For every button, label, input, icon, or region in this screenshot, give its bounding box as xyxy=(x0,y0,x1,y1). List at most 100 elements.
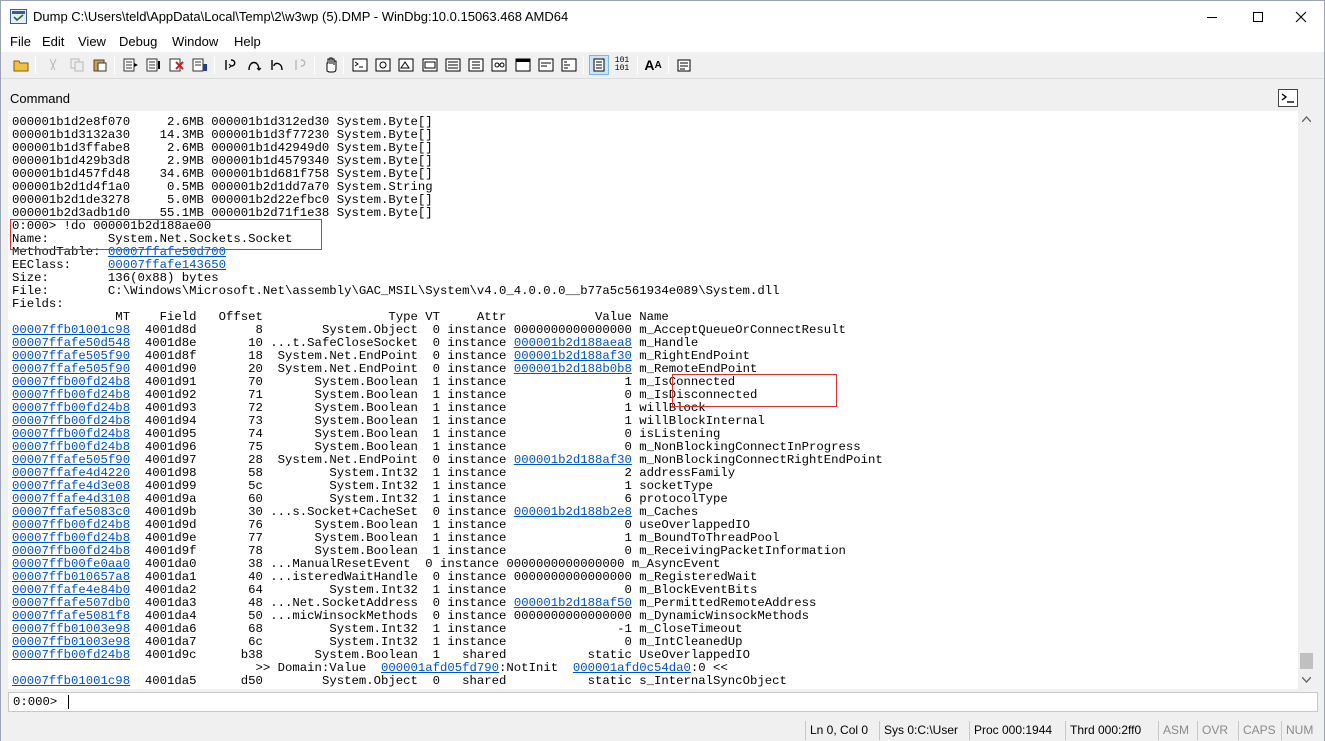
output-vertical-scrollbar[interactable] xyxy=(1298,111,1315,689)
font-icon[interactable]: AA xyxy=(643,55,663,75)
dml-link[interactable]: 00007ffafe4d3108 xyxy=(12,492,130,506)
menu-window[interactable]: Window xyxy=(172,34,218,49)
paste-icon[interactable] xyxy=(90,55,110,75)
hand-icon[interactable] xyxy=(320,55,340,75)
dml-link[interactable]: 000001b2d188aea8 xyxy=(514,336,632,350)
dml-link[interactable]: 000001b2d188af50 xyxy=(514,596,632,610)
source-mode-icon[interactable] xyxy=(589,55,609,75)
menu-view[interactable]: View xyxy=(78,34,106,49)
dml-link[interactable]: 000001b2d188b2e8 xyxy=(514,505,632,519)
dml-link[interactable]: 00007ffb00fe0aa0 xyxy=(12,557,130,571)
stop-debugging-icon[interactable] xyxy=(167,55,187,75)
hex-mode-icon[interactable]: 101 101 xyxy=(612,55,632,75)
options-icon[interactable] xyxy=(674,55,694,75)
memory-icon[interactable] xyxy=(443,55,463,75)
disassembly-icon[interactable] xyxy=(489,55,509,75)
output-text: 4001da7 6c System.Int32 1 instance 0 m_I… xyxy=(130,635,743,649)
scrollbar-thumb[interactable] xyxy=(1300,653,1313,669)
output-line: File: C:\Windows\Microsoft.Net\assembly\… xyxy=(12,285,779,298)
menu-debug[interactable]: Debug xyxy=(119,34,157,49)
dml-link[interactable]: 000001b2d188af30 xyxy=(514,349,632,363)
dml-link[interactable]: 00007ffafe4e84b0 xyxy=(12,583,130,597)
dml-link[interactable]: 00007ffb01001c98 xyxy=(12,323,130,337)
dml-link[interactable]: 00007ffb00fd24b8 xyxy=(12,375,130,389)
locals-icon[interactable] xyxy=(396,55,416,75)
dml-link[interactable]: 00007ffb00fd24b8 xyxy=(12,518,130,532)
output-text: 4001da5 d50 System.Object 0 shared stati… xyxy=(130,674,787,688)
process-threads-icon[interactable] xyxy=(559,55,579,75)
maximize-button[interactable] xyxy=(1235,1,1281,32)
registers-icon[interactable] xyxy=(420,55,440,75)
command-input-caret[interactable] xyxy=(68,695,69,709)
output-text: EEClass: xyxy=(12,258,108,272)
dml-link[interactable]: 00007ffb00fd24b8 xyxy=(12,544,130,558)
dml-link[interactable]: 00007ffafe5081f8 xyxy=(12,609,130,623)
dml-link[interactable]: 00007ffb00fd24b8 xyxy=(12,414,130,428)
command-window-title: Command xyxy=(10,91,70,106)
dml-link[interactable]: 000001b2d188b0b8 xyxy=(514,362,632,376)
step-into-icon[interactable] xyxy=(221,55,241,75)
toolbar-separator xyxy=(637,56,638,74)
cut-icon[interactable] xyxy=(43,55,63,75)
open-icon[interactable] xyxy=(11,55,31,75)
dml-link[interactable]: 00007ffb01001c98 xyxy=(12,674,130,688)
close-button[interactable] xyxy=(1278,1,1324,32)
menu-edit[interactable]: Edit xyxy=(42,34,64,49)
run-to-cursor-icon[interactable] xyxy=(291,55,311,75)
dml-link[interactable]: 00007ffb00fd24b8 xyxy=(12,440,130,454)
dml-link[interactable]: 00007ffafe5083c0 xyxy=(12,505,130,519)
dml-link[interactable]: 00007ffafe4d3e08 xyxy=(12,479,130,493)
output-text: 4001da1 40 ...isteredWaitHandle 0 instan… xyxy=(130,570,758,584)
dml-link[interactable]: 00007ffafe143650 xyxy=(108,258,226,272)
output-text: 000001b1d3ffabe8 2.6MB 000001b1d42949d0 … xyxy=(12,141,433,155)
copy-icon[interactable] xyxy=(67,55,87,75)
go-icon[interactable] xyxy=(121,55,141,75)
dml-link[interactable]: 000001b2d188af30 xyxy=(514,453,632,467)
scroll-down-icon[interactable] xyxy=(1302,677,1311,683)
call-stack-icon[interactable] xyxy=(466,55,486,75)
output-text: m_Handle xyxy=(631,336,699,350)
dml-link[interactable]: 00007ffb00fd24b8 xyxy=(12,648,130,662)
dml-link[interactable]: 00007ffafe507db0 xyxy=(12,596,130,610)
dml-link[interactable]: 00007ffafe505f90 xyxy=(12,453,130,467)
output-text: m_NonBlockingConnectRightEndPoint xyxy=(631,453,883,467)
command-input-row[interactable]: 0:000> xyxy=(8,692,1318,712)
scratch-pad-icon[interactable] xyxy=(513,55,533,75)
dml-link[interactable]: 000001afd05fd790 xyxy=(381,661,499,675)
output-text: 4001d8f 18 System.Net.EndPoint 0 instanc… xyxy=(130,349,514,363)
highlight-box-connection-flags xyxy=(672,374,837,407)
output-text: 4001d98 58 System.Int32 1 instance 2 add… xyxy=(130,466,736,480)
dml-link[interactable]: 00007ffafe505f90 xyxy=(12,362,130,376)
output-text: Fields: xyxy=(12,297,64,311)
break-icon[interactable] xyxy=(190,55,210,75)
dml-link[interactable]: 00007ffb01003e98 xyxy=(12,635,130,649)
dml-link[interactable]: 00007ffb010657a8 xyxy=(12,570,130,584)
status-pane: NUM xyxy=(1281,721,1323,740)
dml-link[interactable]: 00007ffb00fd24b8 xyxy=(12,427,130,441)
step-over-icon[interactable] xyxy=(244,55,264,75)
dml-link[interactable]: 00007ffb00fd24b8 xyxy=(12,388,130,402)
command-output[interactable]: 000001b1d2e8f070 2.6MB 000001b1d312ed30 … xyxy=(8,111,1298,689)
command-window-icon[interactable] xyxy=(350,55,370,75)
minimize-icon xyxy=(1207,16,1217,18)
output-text: 4001da3 48 ...Net.SocketAddress 0 instan… xyxy=(130,596,514,610)
output-text: 4001d9e 77 System.Boolean 1 instance 1 m… xyxy=(130,531,780,545)
dml-link[interactable]: 00007ffb00fd24b8 xyxy=(12,531,130,545)
minimize-button[interactable] xyxy=(1189,1,1235,32)
step-out-icon[interactable] xyxy=(267,55,287,75)
restart-icon[interactable] xyxy=(144,55,164,75)
dml-link[interactable]: 00007ffafe50d548 xyxy=(12,336,130,350)
scratch-pad-2-icon[interactable] xyxy=(536,55,556,75)
dml-link[interactable]: 00007ffafe505f90 xyxy=(12,349,130,363)
dml-link[interactable]: 000001afd0c54da0 xyxy=(573,661,691,675)
dml-link[interactable]: 00007ffafe4d4220 xyxy=(12,466,130,480)
dml-link[interactable]: 00007ffb00fd24b8 xyxy=(12,401,130,415)
menu-file[interactable]: File xyxy=(10,34,31,49)
output-text: 4001d9c b38 System.Boolean 1 shared stat… xyxy=(130,648,750,662)
command-window-button[interactable] xyxy=(1278,89,1298,107)
menu-help[interactable]: Help xyxy=(234,34,261,49)
output-text: 4001d9d 76 System.Boolean 1 instance 0 u… xyxy=(130,518,750,532)
dml-link[interactable]: 00007ffb01003e98 xyxy=(12,622,130,636)
scroll-up-icon[interactable] xyxy=(1302,116,1311,122)
watch-window-icon[interactable] xyxy=(373,55,393,75)
